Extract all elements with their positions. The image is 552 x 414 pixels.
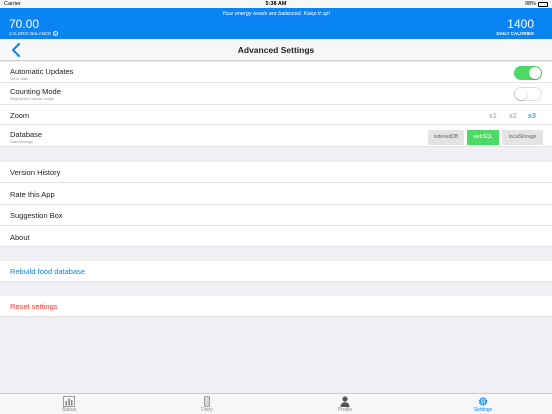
rebuild-food-database-button[interactable]: Rebuild food database: [0, 261, 552, 282]
zoom-row: Zoom x1 x2 x3: [0, 105, 552, 125]
rate-app-item[interactable]: Rate this App: [0, 183, 552, 205]
person-icon: [340, 396, 350, 407]
database-row: Database Data storage indexedDB webSQL l…: [0, 125, 552, 147]
caloric-balance-label-text: CALORIC BALANCE: [9, 31, 52, 36]
database-label: Database: [10, 130, 43, 139]
database-sub: Data storage: [10, 139, 33, 144]
clock: 5:38 AM: [265, 1, 287, 7]
battery-status: 98%: [525, 1, 548, 7]
daily-calories-value: 1400: [507, 17, 534, 31]
energy-banner: Your energy levels are balanced. Keep it…: [0, 8, 552, 39]
utensils-icon: [204, 396, 210, 407]
info-icon[interactable]: i: [53, 31, 59, 36]
tab-settings[interactable]: Settings: [414, 394, 552, 414]
automatic-updates-toggle[interactable]: [514, 66, 542, 80]
counting-mode-toggle[interactable]: [514, 87, 542, 101]
page-title: Advanced Settings: [237, 45, 315, 55]
zoom-x1-option[interactable]: x1: [489, 111, 497, 120]
banner-message: Your energy levels are balanced. Keep it…: [222, 11, 330, 17]
zoom-x2-option[interactable]: x2: [509, 111, 517, 120]
counting-mode-row: Counting Mode Registered calorie usage: [0, 83, 552, 105]
daily-calories-label: DAILY CALORIES: [496, 31, 534, 36]
tab-status-label: Status: [61, 407, 77, 413]
suggestion-box-label: Suggestion Box: [10, 211, 63, 220]
rebuild-food-database-label: Rebuild food database: [10, 267, 86, 276]
db-indexeddb-option[interactable]: indexedDB: [428, 130, 464, 145]
db-websql-option[interactable]: webSQL: [467, 130, 499, 145]
tab-settings-label: Settings: [473, 407, 493, 413]
navigation-bar: Advanced Settings: [0, 39, 552, 61]
battery-percent: 98%: [524, 1, 536, 7]
back-chevron-icon[interactable]: [10, 43, 22, 57]
tab-diary-label: Diary: [201, 407, 213, 413]
version-history-label: Version History: [10, 168, 61, 177]
zoom-label: Zoom: [10, 111, 30, 120]
gear-icon: [478, 397, 488, 406]
tab-profile[interactable]: Profile: [276, 394, 414, 414]
reset-settings-button[interactable]: Reset settings: [0, 296, 552, 317]
tab-profile-label: Profile: [337, 407, 353, 413]
db-localstorage-option[interactable]: localStorage: [502, 130, 543, 145]
automatic-updates-label: Automatic Updates: [10, 67, 74, 76]
tab-diary[interactable]: Diary: [138, 394, 276, 414]
zoom-x3-option[interactable]: x3: [528, 111, 536, 120]
status-bar: Carrier 5:38 AM 98%: [0, 0, 552, 8]
caloric-balance-value: 70.00: [9, 17, 40, 31]
tab-status[interactable]: Status: [0, 394, 138, 414]
suggestion-box-item[interactable]: Suggestion Box: [0, 205, 552, 226]
counting-mode-label: Counting Mode: [10, 87, 61, 96]
about-item[interactable]: About: [0, 226, 552, 247]
about-label: About: [10, 233, 30, 242]
automatic-updates-sub: Up to date: [10, 76, 29, 81]
version-history-item[interactable]: Version History: [0, 162, 552, 183]
bar-chart-icon: [63, 396, 75, 407]
reset-settings-label: Reset settings: [10, 302, 58, 311]
tab-bar: Status Diary Profile Settings: [0, 393, 552, 414]
automatic-updates-row: Automatic Updates Up to date: [0, 62, 552, 83]
counting-mode-sub: Registered calorie usage: [10, 96, 55, 101]
battery-icon: [538, 1, 548, 7]
caloric-balance-label: CALORIC BALANCE i: [9, 31, 59, 36]
rate-app-label: Rate this App: [10, 190, 55, 199]
